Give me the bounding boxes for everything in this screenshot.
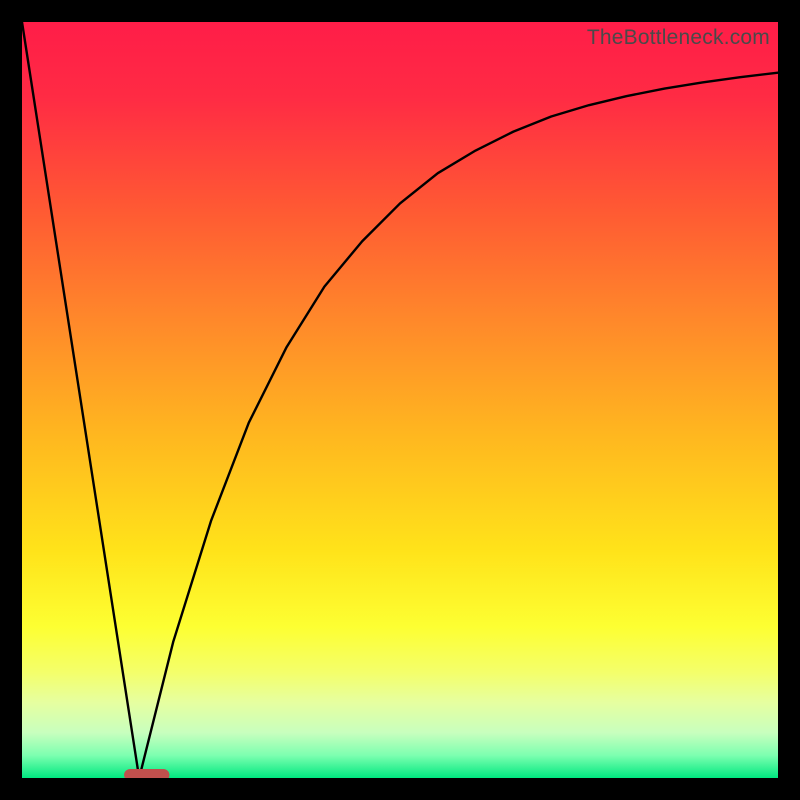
marker-group [124,769,169,778]
series-right-curve [139,73,778,778]
bottleneck-marker [124,769,169,778]
curve-layer [22,22,778,778]
curve-group [22,22,778,778]
plot-area: TheBottleneck.com [22,22,778,778]
series-left-descent [22,22,139,778]
chart-container: TheBottleneck.com [0,0,800,800]
